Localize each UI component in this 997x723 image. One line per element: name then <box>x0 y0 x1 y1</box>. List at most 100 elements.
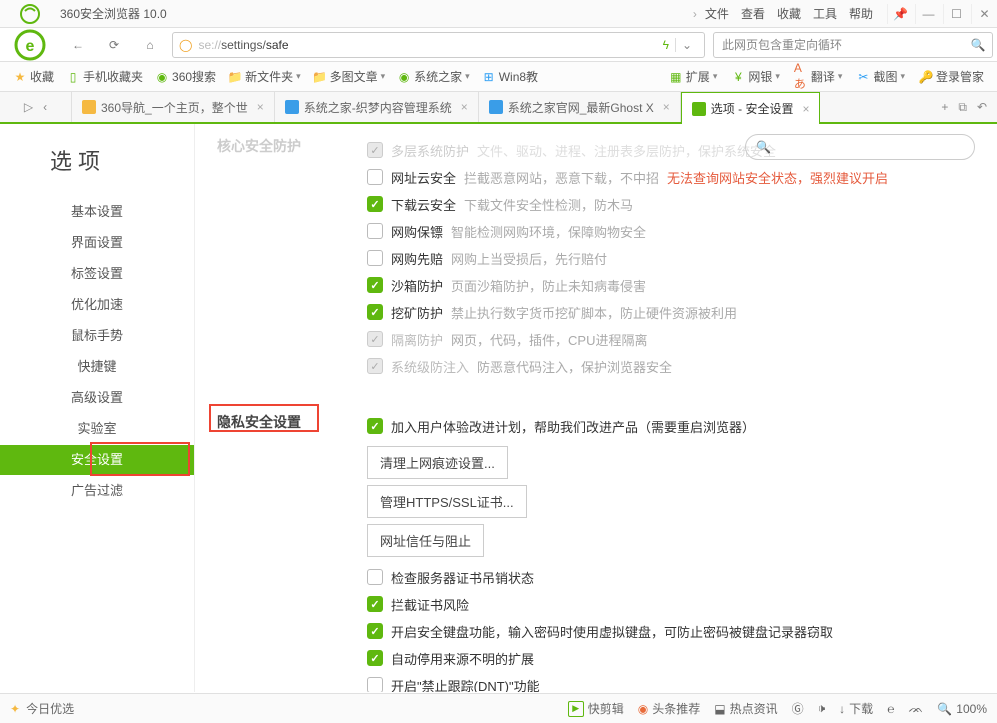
menu-fav[interactable]: 收藏 <box>777 5 801 22</box>
option-label: 检查服务器证书吊销状态 <box>391 568 534 587</box>
restore-tab-button[interactable]: ↶ <box>977 100 987 114</box>
bookmark-收藏[interactable]: ★收藏 <box>8 66 59 87</box>
tab[interactable]: 选项 - 安全设置 × <box>681 92 821 124</box>
checkbox[interactable] <box>367 250 383 266</box>
tab[interactable]: 360导航_一个主页，整个世 × <box>72 92 275 122</box>
menu-view[interactable]: 查看 <box>741 5 765 22</box>
menu-file[interactable]: 文件 <box>705 5 729 22</box>
checkbox[interactable] <box>367 650 383 666</box>
new-tab-button[interactable]: + <box>941 100 948 114</box>
checkbox[interactable] <box>367 304 383 320</box>
menu-tools[interactable]: 工具 <box>813 5 837 22</box>
option-label: 隔离防护 <box>391 330 443 349</box>
zoom-level[interactable]: 100% <box>956 702 987 716</box>
play-icon[interactable]: ▶ <box>568 701 584 717</box>
checkbox <box>367 142 383 158</box>
sidebar-item-7[interactable]: 实验室 <box>0 414 194 444</box>
search-input[interactable] <box>714 38 964 52</box>
duplicate-tab-button[interactable]: ⧉ <box>958 100 967 115</box>
search-icon: 🔍 <box>756 140 771 154</box>
sidebar-item-5[interactable]: 快捷键 <box>0 352 194 382</box>
search-bar[interactable]: 🔍 <box>713 32 993 58</box>
bookmark-多图文章[interactable]: 📁多图文章 <box>308 66 391 87</box>
checkbox[interactable] <box>367 418 383 434</box>
sidebar-item-6[interactable]: 高级设置 <box>0 383 194 413</box>
checkbox[interactable] <box>367 596 383 612</box>
net-icon[interactable]: ᨏ <box>908 701 923 716</box>
back-button[interactable]: ← <box>64 32 92 58</box>
checkbox[interactable] <box>367 169 383 185</box>
fast-icon[interactable]: ϟ <box>663 38 669 52</box>
sidebar-item-2[interactable]: 标签设置 <box>0 259 194 289</box>
menu-chevron-icon[interactable]: › <box>693 7 697 21</box>
star-icon: ✦ <box>10 702 20 716</box>
menu-help[interactable]: 帮助 <box>849 5 873 22</box>
option-label: 网购保镖 <box>391 222 443 241</box>
A-icon: Aあ <box>794 70 808 84</box>
page-title: 选项 <box>0 124 194 196</box>
today-picks[interactable]: 今日优选 <box>26 700 74 717</box>
nav-logo-icon: e <box>4 28 56 62</box>
close-tab-icon[interactable]: × <box>461 100 468 114</box>
reload-button[interactable]: ⟳ <box>100 32 128 58</box>
zoom-icon[interactable]: 🔍 <box>937 702 952 716</box>
address-bar[interactable]: ◯ se://settings/safe ϟ ⌄ <box>172 32 705 58</box>
sidebar-item-4[interactable]: 鼠标手势 <box>0 321 194 351</box>
maximize-button[interactable]: ☐ <box>943 4 969 24</box>
downloads[interactable]: 下载 <box>849 700 873 717</box>
close-tab-icon[interactable]: × <box>802 102 809 116</box>
privacy-button[interactable]: 网址信任与阻止 <box>367 524 484 557</box>
win-icon: ⊞ <box>482 70 496 84</box>
bookmark-系统之家[interactable]: ◉系统之家 <box>392 66 475 87</box>
toolbar-截图[interactable]: ✂截图 <box>851 66 910 87</box>
headlines[interactable]: 头条推荐 <box>652 700 700 717</box>
toolbar-扩展[interactable]: ▦扩展 <box>664 66 723 87</box>
checkbox[interactable] <box>367 569 383 585</box>
speed-icon[interactable]: Ⓖ <box>792 700 804 717</box>
checkbox[interactable] <box>367 623 383 639</box>
close-tab-icon[interactable]: × <box>257 100 264 114</box>
pin-button[interactable]: 📌 <box>887 4 913 24</box>
bookmark-360搜索[interactable]: ◉360搜索 <box>150 66 221 87</box>
bookmark-新文件夹[interactable]: 📁新文件夹 <box>223 66 306 87</box>
sidebar-item-8[interactable]: 安全设置 <box>0 445 194 475</box>
sidebar-item-1[interactable]: 界面设置 <box>0 228 194 258</box>
toolbar-网银[interactable]: ¥网银 <box>726 66 785 87</box>
sidebar-toggle[interactable]: ▷ ‹ <box>0 92 72 122</box>
sidebar-item-3[interactable]: 优化加速 <box>0 290 194 320</box>
fav-icon[interactable]: ℮ <box>887 702 894 716</box>
checkbox[interactable] <box>367 196 383 212</box>
minimize-button[interactable]: — <box>915 4 941 24</box>
toolbar-登录管家[interactable]: 🔑登录管家 <box>914 66 989 87</box>
privacy-button[interactable]: 清理上网痕迹设置... <box>367 446 508 479</box>
section-core-label: 核心安全防护 <box>217 134 367 382</box>
option-label: 挖矿防护 <box>391 303 443 322</box>
address-dropdown-icon[interactable]: ⌄ <box>675 38 698 52</box>
quick-clip[interactable]: 快剪辑 <box>588 700 624 717</box>
favicon <box>489 100 503 114</box>
close-button[interactable]: ✕ <box>971 4 997 24</box>
bookmark-手机收藏夹[interactable]: ▯手机收藏夹 <box>61 66 148 87</box>
toolbar-翻译[interactable]: Aあ翻译 <box>789 66 848 87</box>
key-icon: 🔑 <box>919 70 933 84</box>
close-tab-icon[interactable]: × <box>663 100 670 114</box>
sidebar-item-9[interactable]: 广告过滤 <box>0 476 194 506</box>
bookmark-Win8教[interactable]: ⊞Win8教 <box>477 66 543 87</box>
tab[interactable]: 系统之家官网_最新Ghost X × <box>479 92 681 122</box>
checkbox <box>367 358 383 374</box>
settings-search[interactable]: 🔍 <box>745 134 975 160</box>
mute-icon[interactable]: 🕩 <box>818 701 826 716</box>
checkbox[interactable] <box>367 277 383 293</box>
warning-text: 无法查询网站安全状态，强烈建议开启 <box>667 168 888 187</box>
checkbox[interactable] <box>367 677 383 692</box>
tab[interactable]: 系统之家-织梦内容管理系统 × <box>275 92 479 122</box>
option-label: 网购先赔 <box>391 249 443 268</box>
home-button[interactable]: ⌂ <box>136 32 164 58</box>
sidebar-item-0[interactable]: 基本设置 <box>0 197 194 227</box>
checkbox[interactable] <box>367 223 383 239</box>
hot-news[interactable]: 热点资讯 <box>730 700 778 717</box>
option-label: 下载云安全 <box>391 195 456 214</box>
privacy-button[interactable]: 管理HTTPS/SSL证书... <box>367 485 527 518</box>
hot-icon: ⬓ <box>714 702 725 716</box>
search-icon[interactable]: 🔍 <box>964 38 992 52</box>
